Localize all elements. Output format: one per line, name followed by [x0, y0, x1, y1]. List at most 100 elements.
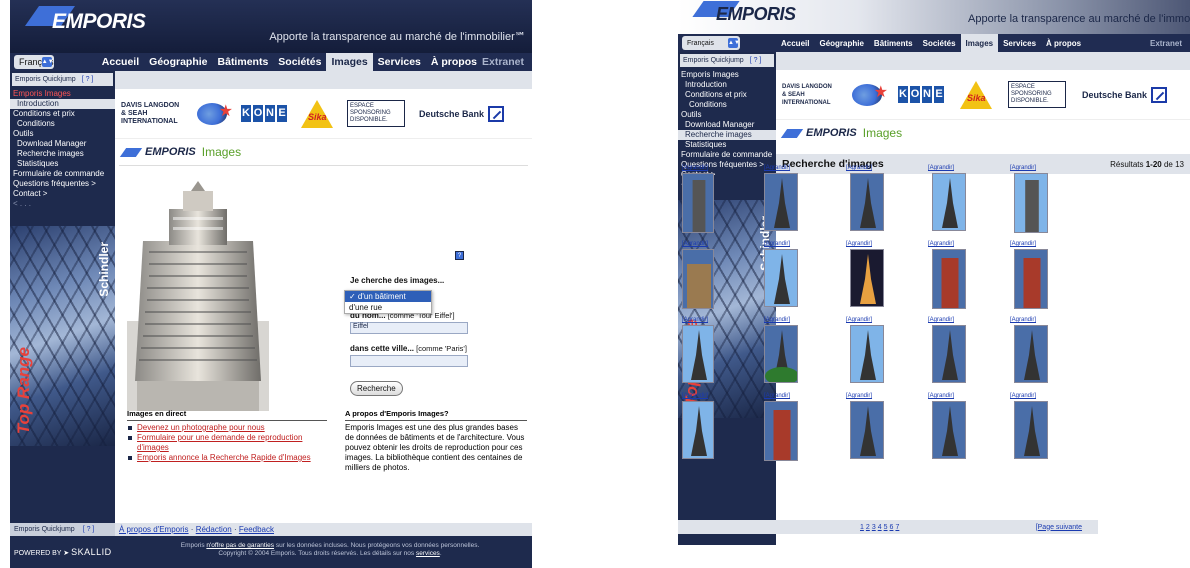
enlarge-link[interactable]: [Agrandir]: [846, 317, 872, 323]
schindler-banner[interactable]: Schindler Top Range: [10, 226, 115, 446]
enlarge-link[interactable]: [Agrandir]: [764, 241, 790, 247]
enlarge-link[interactable]: [Agrandir]: [764, 165, 790, 171]
tab-3[interactable]: Sociétés: [918, 34, 961, 52]
help-icon[interactable]: ?: [455, 251, 464, 260]
sidebar-item[interactable]: Emporis Images: [678, 70, 776, 80]
sidebar-item[interactable]: Conditions: [10, 119, 115, 129]
quickjump-label[interactable]: Emporis Quickjump: [14, 526, 75, 533]
building-thumbnail[interactable]: [764, 173, 798, 231]
building-thumbnail[interactable]: [682, 401, 714, 459]
sidebar-item[interactable]: Introduction: [10, 99, 115, 109]
building-thumbnail[interactable]: [932, 249, 966, 309]
building-thumbnail[interactable]: [1014, 325, 1048, 383]
tab-4[interactable]: Images: [326, 53, 373, 71]
page-link[interactable]: 1: [860, 524, 864, 531]
building-thumbnail[interactable]: [1014, 401, 1048, 459]
sidebar-item[interactable]: Introduction: [678, 80, 776, 90]
building-thumbnail[interactable]: [682, 325, 714, 383]
enlarge-link[interactable]: [Agrandir]: [928, 165, 954, 171]
quickjump[interactable]: Emporis Quickjump [ ? ]: [12, 73, 113, 86]
sidebar-item[interactable]: Outils: [10, 129, 115, 139]
sponsor-available-box[interactable]: ESPACE SPONSORING DISPONIBLE.: [347, 100, 405, 127]
tab-0[interactable]: Accueil: [97, 53, 144, 71]
sidebar-item[interactable]: Statistiques: [678, 140, 776, 150]
building-thumbnail[interactable]: [1014, 249, 1048, 309]
enlarge-link[interactable]: [Agrandir]: [928, 241, 954, 247]
tab-5[interactable]: Services: [998, 34, 1041, 52]
sponsor-kone[interactable]: KONE: [898, 86, 944, 103]
sidebar-item[interactable]: Contact >: [10, 189, 115, 199]
quickjump-label[interactable]: Emporis Quickjump: [15, 76, 76, 83]
enlarge-link[interactable]: [Agrandir]: [764, 317, 790, 323]
sidebar-item[interactable]: Conditions et prix: [10, 109, 115, 119]
building-thumbnail[interactable]: [764, 401, 798, 461]
tab-1[interactable]: Géographie: [814, 34, 868, 52]
building-thumbnail[interactable]: [850, 401, 884, 459]
sponsor-davis-langdon[interactable]: DAVIS LANGDON & SEAH INTERNATIONAL: [121, 102, 183, 126]
sponsor-available-box[interactable]: ESPACE SPONSORING DISPONIBLE.: [1008, 81, 1066, 108]
sidebar-item[interactable]: Download Manager: [678, 120, 776, 130]
sidebar-item[interactable]: Formulaire de commande: [10, 169, 115, 179]
enlarge-link[interactable]: [Agrandir]: [1010, 317, 1036, 323]
sponsor-kone[interactable]: KONE: [241, 105, 287, 122]
tab-6[interactable]: À propos: [1041, 34, 1086, 52]
building-thumbnail[interactable]: [932, 401, 966, 459]
page-link[interactable]: 5: [884, 524, 888, 531]
sidebar-item[interactable]: Download Manager: [10, 139, 115, 149]
enlarge-link[interactable]: [Agrandir]: [846, 393, 872, 399]
sponsor-sika[interactable]: Sika: [301, 99, 333, 128]
tab-2[interactable]: Bâtiments: [869, 34, 918, 52]
emporis-logo[interactable]: EMPORIS: [716, 4, 796, 25]
tab-2[interactable]: Bâtiments: [213, 53, 274, 71]
enlarge-link[interactable]: [Agrandir]: [1010, 241, 1036, 247]
footer-editorial-link[interactable]: Rédaction: [196, 525, 232, 534]
enlarge-link[interactable]: [Agrandir]: [764, 393, 790, 399]
building-thumbnail[interactable]: [932, 173, 966, 231]
quickjump-help[interactable]: [ ? ]: [82, 76, 94, 83]
tab-3[interactable]: Sociétés: [273, 53, 326, 71]
building-thumbnail[interactable]: [850, 249, 884, 307]
building-thumbnail[interactable]: [850, 325, 884, 383]
quickjump-footer[interactable]: Emporis Quickjump [ ? ]: [10, 523, 115, 536]
building-thumbnail[interactable]: [682, 173, 714, 233]
language-select[interactable]: Français ▲▼: [14, 55, 54, 69]
sponsor-davis-langdon[interactable]: DAVIS LANGDON & SEAH INTERNATIONAL: [782, 83, 836, 107]
building-thumbnail[interactable]: [764, 325, 798, 383]
language-select[interactable]: Français ▲▼: [682, 36, 740, 50]
sidebar-item[interactable]: Questions fréquentes >: [10, 179, 115, 189]
emporis-logo[interactable]: EMPORIS: [52, 10, 146, 34]
extranet-link[interactable]: Extranet: [1150, 39, 1190, 48]
page-link[interactable]: 7: [895, 524, 899, 531]
tab-5[interactable]: Services: [373, 53, 426, 71]
reproduction-form-link[interactable]: Formulaire pour une demande de reproduct…: [137, 433, 302, 452]
sidebar-item[interactable]: Emporis Images: [10, 89, 115, 99]
extranet-link[interactable]: Extranet: [482, 56, 532, 68]
sidebar-item[interactable]: Recherche images: [10, 149, 115, 159]
building-thumbnail[interactable]: [682, 249, 714, 309]
building-thumbnail[interactable]: [850, 173, 884, 231]
sponsor-deutsche-bank[interactable]: Deutsche Bank: [419, 105, 505, 122]
enlarge-link[interactable]: [Agrandir]: [682, 241, 708, 247]
quickjump-help[interactable]: [ ? ]: [750, 57, 762, 64]
sponsor-sika[interactable]: Sika: [960, 80, 992, 109]
sidebar-item[interactable]: < . . .: [10, 199, 115, 209]
davis-langdon-logo-icon[interactable]: [852, 82, 888, 106]
tab-4[interactable]: Images: [960, 34, 999, 52]
quick-search-link[interactable]: Emporis annonce la Recherche Rapide d'Im…: [137, 453, 311, 462]
sidebar-item[interactable]: Conditions: [678, 100, 776, 110]
tab-0[interactable]: Accueil: [776, 34, 814, 52]
tab-1[interactable]: Géographie: [144, 53, 212, 71]
search-button[interactable]: Recherche: [350, 381, 403, 396]
page-link[interactable]: 2: [866, 524, 870, 531]
davis-langdon-logo-icon[interactable]: [197, 101, 233, 125]
building-thumbnail[interactable]: [764, 249, 798, 307]
enlarge-link[interactable]: [Agrandir]: [682, 393, 708, 399]
page-link[interactable]: 6: [890, 524, 894, 531]
option-street[interactable]: d'une rue: [345, 302, 431, 313]
enlarge-link[interactable]: [Agrandir]: [682, 317, 708, 323]
sidebar-item[interactable]: Statistiques: [10, 159, 115, 169]
page-link[interactable]: 4: [878, 524, 882, 531]
enlarge-link[interactable]: [Agrandir]: [928, 393, 954, 399]
enlarge-link[interactable]: [Agrandir]: [846, 241, 872, 247]
enlarge-link[interactable]: [Agrandir]: [928, 317, 954, 323]
